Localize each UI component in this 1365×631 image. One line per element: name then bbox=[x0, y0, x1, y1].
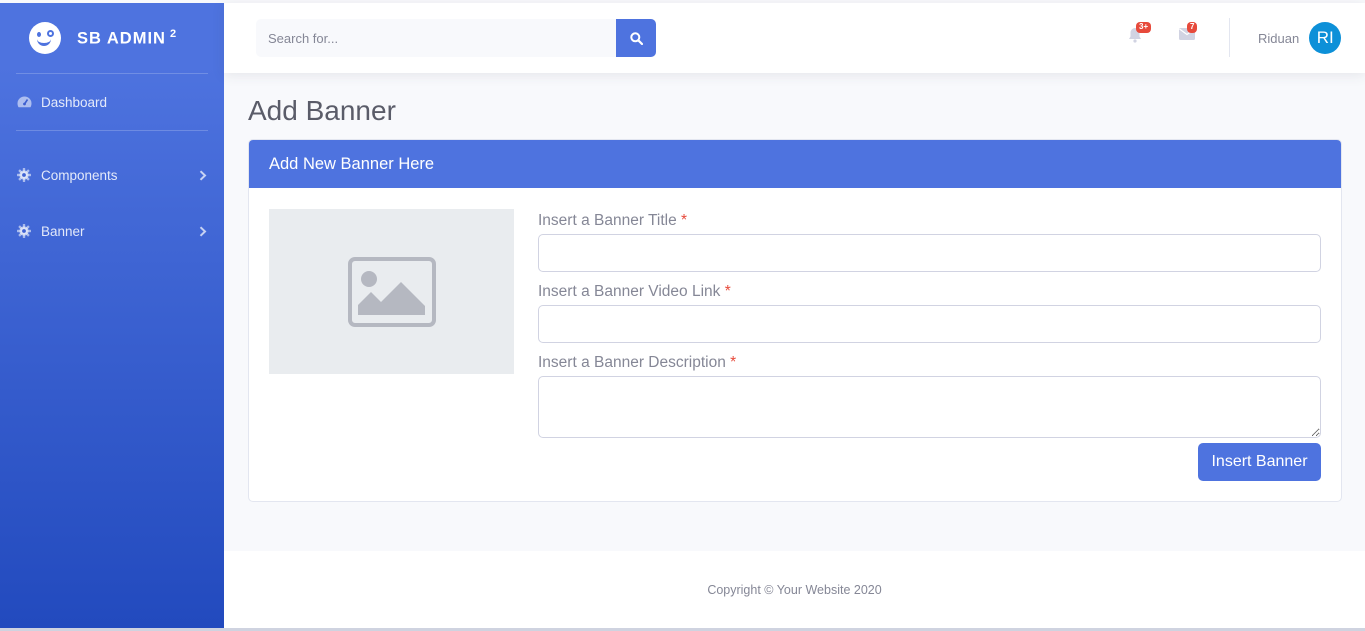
sidebar-brand[interactable]: SB ADMIN 2 bbox=[0, 3, 224, 73]
banner-video-link-label: Insert a Banner Video Link * bbox=[538, 283, 731, 300]
sidebar-item-banner[interactable]: Banner bbox=[0, 203, 224, 259]
image-placeholder[interactable] bbox=[269, 209, 514, 374]
user-dropdown[interactable]: Riduan RI bbox=[1258, 22, 1342, 54]
messages-dropdown[interactable]: 7 bbox=[1179, 22, 1198, 45]
sidebar-item-label: Components bbox=[41, 167, 118, 183]
topbar-divider bbox=[1229, 18, 1230, 57]
banner-card: Add New Banner Here Insert a Banner Titl… bbox=[248, 139, 1342, 502]
banner-title-label: Insert a Banner Title * bbox=[538, 212, 688, 229]
search-input[interactable] bbox=[256, 19, 616, 57]
insert-banner-button[interactable]: Insert Banner bbox=[1198, 443, 1321, 481]
image-icon bbox=[347, 256, 436, 327]
cog-icon bbox=[17, 224, 33, 238]
copyright-text: Copyright © Your Website 2020 bbox=[707, 582, 882, 597]
alerts-badge: 3+ bbox=[1136, 22, 1152, 33]
sidebar: SB ADMIN 2 Dashboard Components Banner bbox=[0, 3, 224, 628]
banner-title-input[interactable] bbox=[538, 234, 1321, 272]
search-icon bbox=[629, 31, 643, 45]
brand-name: SB ADMIN 2 bbox=[77, 27, 178, 48]
page-title: Add Banner bbox=[248, 95, 396, 126]
banner-form: Insert a Banner Title * Insert a Banner … bbox=[538, 209, 1321, 446]
messages-badge: 7 bbox=[1187, 22, 1198, 33]
sidebar-item-components[interactable]: Components bbox=[0, 147, 224, 203]
banner-description-textarea[interactable] bbox=[538, 376, 1321, 438]
cog-icon bbox=[17, 168, 33, 182]
banner-description-label: Insert a Banner Description * bbox=[538, 354, 737, 371]
sidebar-item-label: Banner bbox=[41, 223, 85, 239]
banner-video-link-input[interactable] bbox=[538, 305, 1321, 343]
alerts-dropdown[interactable]: 3+ bbox=[1128, 22, 1152, 48]
sidebar-item-label: Dashboard bbox=[41, 94, 108, 110]
sidebar-item-dashboard[interactable]: Dashboard bbox=[0, 74, 224, 130]
chevron-right-icon bbox=[199, 225, 207, 237]
search-form bbox=[256, 19, 656, 57]
chevron-right-icon bbox=[199, 169, 207, 181]
card-header: Add New Banner Here bbox=[249, 140, 1341, 188]
search-button[interactable] bbox=[616, 19, 656, 57]
laugh-wink-icon bbox=[29, 22, 61, 54]
tachometer-icon bbox=[17, 96, 33, 108]
user-name: Riduan bbox=[1258, 30, 1300, 46]
avatar: RI bbox=[1309, 22, 1342, 54]
footer: Copyright © Your Website 2020 bbox=[224, 551, 1365, 628]
topbar: 3+ 7 Riduan RI bbox=[224, 3, 1365, 73]
